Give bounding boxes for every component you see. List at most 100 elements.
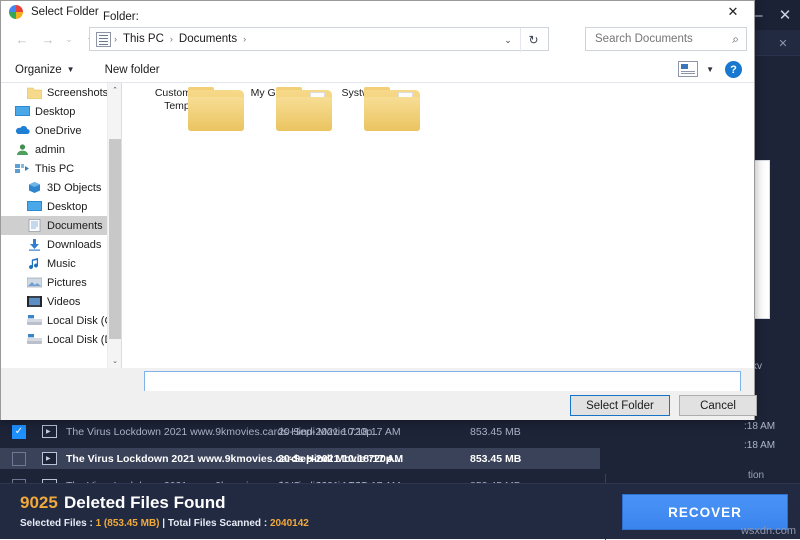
- file-list-pane[interactable]: Custom Office TemplatesMy GamesSystweak: [122, 83, 754, 368]
- row-checkbox[interactable]: [12, 425, 26, 439]
- tree-item-label: Desktop: [35, 106, 75, 118]
- videos-icon: [27, 295, 42, 308]
- help-icon[interactable]: ?: [725, 61, 742, 78]
- tree-item-label: Music: [47, 258, 76, 270]
- tree-item-onedrive[interactable]: OneDrive: [1, 121, 121, 140]
- cancel-button[interactable]: Cancel: [679, 395, 757, 416]
- tree-item-3d-objects[interactable]: 3D Objects: [1, 178, 121, 197]
- subbar-close-icon[interactable]: ✕: [774, 34, 792, 52]
- tree-item-downloads[interactable]: Downloads: [1, 235, 121, 254]
- total-scanned-label: Total Files Scanned :: [168, 518, 270, 529]
- pc-icon: [15, 162, 30, 175]
- table-row[interactable]: The Virus Lockdown 2021 www.9kmovies.car…: [0, 448, 600, 469]
- navigation-pane: Screenshots Desktop OneDrive admin This PC 3D…: [1, 83, 121, 368]
- drive-icon: [27, 314, 42, 327]
- app-logo-icon: [9, 5, 23, 19]
- folder-tile[interactable]: Custom Office Templates: [142, 87, 234, 113]
- tree-item-desktop[interactable]: Desktop: [1, 102, 121, 121]
- documents-folder-icon: [96, 32, 111, 47]
- tree-item-label: Videos: [47, 296, 80, 308]
- status-separator: |: [160, 518, 168, 529]
- tree-item-label: Pictures: [47, 277, 87, 289]
- selected-files-value: 1 (853.45 MB): [96, 518, 160, 529]
- selected-files-label: Selected Files :: [20, 518, 96, 529]
- pictures-icon: [27, 276, 42, 289]
- scroll-down-icon[interactable]: ⌄: [108, 354, 121, 368]
- refresh-icon[interactable]: ↻: [520, 28, 546, 52]
- onedrive-icon: [15, 124, 30, 137]
- folder-input[interactable]: [144, 371, 741, 392]
- folder-icon: [27, 86, 42, 99]
- row-date: 20-Sep-2021 10:18:17 AM: [278, 453, 403, 465]
- scroll-up-icon[interactable]: ⌃: [108, 83, 121, 97]
- tree-item-local-disk-c[interactable]: Local Disk (C:): [1, 311, 121, 330]
- tree-item-local-disk-d[interactable]: Local Disk (D:): [1, 330, 121, 349]
- detail-location-label: tion: [748, 470, 764, 481]
- downloads-icon: [27, 238, 42, 251]
- breadcrumb-separator: ›: [111, 34, 120, 44]
- tree-item-label: Documents: [47, 220, 103, 232]
- documents-icon: [27, 219, 42, 232]
- chevron-down-icon: ▼: [67, 65, 75, 74]
- search-box[interactable]: ⌕: [585, 27, 747, 51]
- chevron-down-icon[interactable]: ⌄: [496, 28, 520, 52]
- detail-time-created: :18 AM: [744, 421, 775, 432]
- folder-tile[interactable]: Systweak: [318, 87, 410, 100]
- desktop-icon: [27, 200, 42, 213]
- tree-item-label: OneDrive: [35, 125, 81, 137]
- tree-item-pictures[interactable]: Pictures: [1, 273, 121, 292]
- watermark: wsxdn.com: [741, 525, 796, 537]
- address-bar[interactable]: › This PC › Documents › ⌄ ↻: [89, 27, 549, 51]
- tree-item-label: Screenshots: [47, 87, 108, 99]
- breadcrumb-separator: ›: [167, 34, 176, 44]
- dialog-toolbar: Organize ▼ New folder ▼ ?: [1, 57, 754, 83]
- tree-item-desktop[interactable]: Desktop: [1, 197, 121, 216]
- new-folder-button[interactable]: New folder: [105, 64, 160, 76]
- row-size: 853.45 MB: [470, 426, 521, 438]
- 3dobjects-icon: [27, 181, 42, 194]
- dialog-close-icon[interactable]: ✕: [712, 1, 754, 23]
- total-scanned-value: 2040142: [270, 518, 309, 529]
- drive-icon: [27, 333, 42, 346]
- scrollbar-thumb[interactable]: [109, 139, 121, 339]
- view-layout-icon[interactable]: [678, 61, 698, 77]
- music-icon: [27, 257, 42, 270]
- app-close-icon[interactable]: ✕: [770, 0, 800, 30]
- search-icon[interactable]: ⌕: [732, 32, 739, 47]
- search-input[interactable]: [593, 32, 713, 46]
- recent-locations-icon[interactable]: ⌄: [61, 26, 77, 52]
- status-summary: Selected Files : 1 (853.45 MB) | Total F…: [20, 518, 309, 529]
- tree-item-label: Desktop: [47, 201, 87, 213]
- row-checkbox[interactable]: [12, 452, 26, 466]
- desktop-icon: [15, 105, 30, 118]
- video-file-icon: [42, 425, 57, 438]
- deleted-files-count: 9025: [20, 493, 58, 513]
- back-icon[interactable]: ←: [9, 26, 35, 52]
- breadcrumb-documents[interactable]: Documents: [176, 33, 240, 45]
- deleted-files-title: Deleted Files Found: [64, 493, 226, 513]
- row-size: 853.45 MB: [470, 453, 521, 465]
- tree-item-label: This PC: [35, 163, 74, 175]
- folder-tile[interactable]: My Games: [230, 87, 322, 100]
- tree-item-documents[interactable]: Documents: [1, 216, 121, 235]
- table-row[interactable]: The Virus Lockdown 2021 www.9kmovies.car…: [0, 421, 600, 442]
- organize-label: Organize: [15, 64, 62, 76]
- organize-button[interactable]: Organize ▼: [15, 64, 75, 76]
- dialog-content: Screenshots Desktop OneDrive admin This PC 3D…: [1, 83, 754, 368]
- dialog-title: Select Folder: [31, 6, 99, 18]
- folder-tree: Screenshots Desktop OneDrive admin This PC 3D…: [1, 83, 121, 349]
- row-date: 20-Sep-2021 10:18:17 AM: [278, 426, 401, 438]
- tree-item-videos[interactable]: Videos: [1, 292, 121, 311]
- tree-item-admin[interactable]: admin: [1, 140, 121, 159]
- select-folder-button[interactable]: Select Folder: [570, 395, 670, 416]
- forward-icon[interactable]: →: [35, 26, 61, 52]
- detail-time-modified: :18 AM: [744, 440, 775, 451]
- tree-item-music[interactable]: Music: [1, 254, 121, 273]
- chevron-down-icon[interactable]: ▼: [706, 65, 714, 74]
- select-folder-dialog: Select Folder ✕ ← → ⌄ ↑ › This PC › Docu…: [0, 0, 755, 420]
- tree-item-label: admin: [35, 144, 65, 156]
- tree-item-this-pc[interactable]: This PC: [1, 159, 121, 178]
- tree-item-screenshots[interactable]: Screenshots: [1, 83, 121, 102]
- nav-pane-scrollbar[interactable]: ⌃ ⌄: [107, 83, 121, 368]
- breadcrumb-this-pc[interactable]: This PC: [120, 33, 167, 45]
